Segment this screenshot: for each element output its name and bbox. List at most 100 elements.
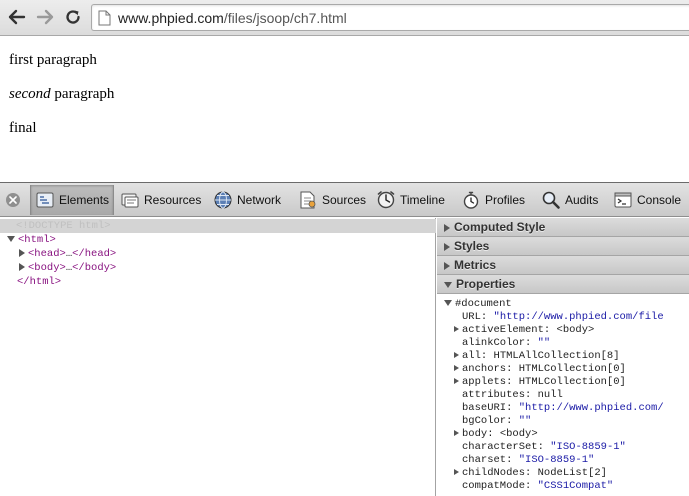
tab-timeline[interactable]: Timeline <box>372 185 449 215</box>
expand-triangle-icon <box>444 242 450 251</box>
collapse-triangle-icon[interactable] <box>444 300 452 307</box>
expand-triangle-icon[interactable] <box>19 263 25 272</box>
resources-icon <box>121 193 139 208</box>
url-host: www.phpied.com <box>118 10 224 26</box>
close-devtools-icon[interactable] <box>6 193 20 207</box>
property-row[interactable]: attributes: null <box>454 389 563 402</box>
property-row[interactable]: anchors: HTMLCollection[0] <box>454 363 626 376</box>
tab-console[interactable]: Console <box>609 185 685 215</box>
dom-head-open: <head> <box>28 248 66 260</box>
property-row[interactable]: baseURI: "http://www.phpied.com/ <box>454 402 664 415</box>
dom-doctype[interactable]: <!DOCTYPE html> <box>16 219 111 233</box>
dom-html-node[interactable]: <html> <box>7 233 56 247</box>
property-row[interactable]: all: HTMLAllCollection[8] <box>454 350 620 363</box>
property-value: null <box>537 389 563 401</box>
back-button[interactable] <box>6 6 28 28</box>
section-computed-style[interactable]: Computed Style <box>437 218 689 237</box>
tab-resources-label: Resources <box>144 193 202 207</box>
tab-audits[interactable]: Audits <box>537 185 602 215</box>
elements-dom-tree: <!DOCTYPE html> <html> <head>…</head> <b… <box>0 218 436 496</box>
property-row[interactable]: applets: HTMLCollection[0] <box>454 376 626 389</box>
property-name: URL <box>462 311 481 323</box>
property-name: childNodes <box>462 467 526 479</box>
property-value: "" <box>537 337 551 349</box>
sources-icon <box>300 191 316 209</box>
expand-triangle-icon[interactable] <box>454 326 459 333</box>
dom-html-close[interactable]: </html> <box>17 275 61 289</box>
reload-icon <box>66 10 80 24</box>
property-separator: : <box>525 389 538 401</box>
expand-triangle-icon[interactable] <box>454 365 459 372</box>
property-separator: : <box>506 402 519 414</box>
page-content: first paragraph second paragraph final <box>0 37 689 182</box>
console-icon <box>614 192 632 208</box>
profiles-stopwatch-icon <box>463 191 479 209</box>
browser-toolbar: www.phpied.com/files/jsoop/ch7.html <box>0 0 689 36</box>
property-row[interactable]: URL: "http://www.phpied.com/file <box>454 311 664 324</box>
section-computed-style-label: Computed Style <box>454 220 546 234</box>
expand-triangle-icon[interactable] <box>454 352 459 359</box>
property-row[interactable]: charset: "ISO-8859-1" <box>454 454 594 467</box>
section-properties-label: Properties <box>456 277 516 291</box>
properties-root[interactable]: #document <box>444 298 512 311</box>
paragraph-final: final <box>9 120 37 136</box>
property-separator: : <box>480 350 494 362</box>
forward-button[interactable] <box>34 6 56 28</box>
property-name: bgColor <box>462 415 507 427</box>
tab-resources[interactable]: Resources <box>116 185 205 215</box>
property-separator: : <box>480 311 494 323</box>
network-globe-icon <box>214 191 232 209</box>
forward-arrow-icon <box>36 9 54 25</box>
paragraph-second: second paragraph <box>9 86 114 103</box>
property-separator: : <box>506 376 519 388</box>
property-separator: : <box>537 441 551 453</box>
page-icon <box>98 10 111 26</box>
tab-network[interactable]: Network <box>209 185 285 215</box>
property-name: activeElement <box>462 324 544 336</box>
tab-audits-label: Audits <box>565 193 599 207</box>
tab-profiles[interactable]: Profiles <box>457 185 529 215</box>
property-row[interactable]: bgColor: "" <box>454 415 531 428</box>
property-row[interactable]: body: <body> <box>454 428 538 441</box>
audits-magnifier-icon <box>542 191 560 209</box>
dom-head-node[interactable]: <head>…</head> <box>19 247 116 261</box>
expand-triangle-icon[interactable] <box>454 469 459 476</box>
property-row[interactable]: alinkColor: "" <box>454 337 550 350</box>
collapse-triangle-icon[interactable] <box>7 236 15 243</box>
property-row[interactable]: compatMode: "CSS1Compat" <box>454 480 613 493</box>
tab-sources-label: Sources <box>322 193 367 207</box>
paragraph-second-text: paragraph <box>50 86 115 102</box>
property-value: <body> <box>556 324 595 336</box>
devtools-toolbar: Elements Resources Network Sources Timel… <box>0 183 689 217</box>
property-separator: : <box>487 428 500 440</box>
property-row[interactable]: activeElement: <body> <box>454 324 594 337</box>
url-path: /files/jsoop/ch7.html <box>223 10 347 26</box>
property-value: HTMLAllCollection[8] <box>493 350 620 362</box>
property-row[interactable]: childNodes: NodeList[2] <box>454 467 607 480</box>
expand-triangle-icon[interactable] <box>19 249 25 258</box>
reload-button[interactable] <box>62 6 84 28</box>
property-name: alinkColor <box>462 337 526 349</box>
tab-sources[interactable]: Sources <box>294 185 370 215</box>
properties-root-label: #document <box>455 298 512 310</box>
section-properties[interactable]: Properties <box>437 275 689 294</box>
property-value: HTMLCollection[0] <box>518 363 626 375</box>
property-value: "http://www.phpied.com/file <box>493 311 664 323</box>
expand-triangle-icon[interactable] <box>454 430 459 437</box>
expand-triangle-icon <box>444 223 450 232</box>
dom-body-node[interactable]: <body>…</body> <box>19 261 116 275</box>
tab-elements-label: Elements <box>59 193 110 207</box>
timeline-icon <box>377 191 395 209</box>
property-separator: : <box>506 415 519 427</box>
address-bar[interactable]: www.phpied.com/files/jsoop/ch7.html <box>91 4 689 31</box>
property-value: "http://www.phpied.com/ <box>518 402 664 414</box>
section-metrics-label: Metrics <box>454 258 497 272</box>
section-styles[interactable]: Styles <box>437 237 689 256</box>
section-metrics[interactable]: Metrics <box>437 256 689 275</box>
tab-elements[interactable]: Elements <box>30 185 115 215</box>
property-name: all <box>462 350 481 362</box>
expand-triangle-icon[interactable] <box>454 378 459 385</box>
property-separator: : <box>525 337 538 349</box>
devtools-sidebar: Computed Style Styles Metrics Properties… <box>437 218 689 496</box>
property-row[interactable]: characterSet: "ISO-8859-1" <box>454 441 626 454</box>
